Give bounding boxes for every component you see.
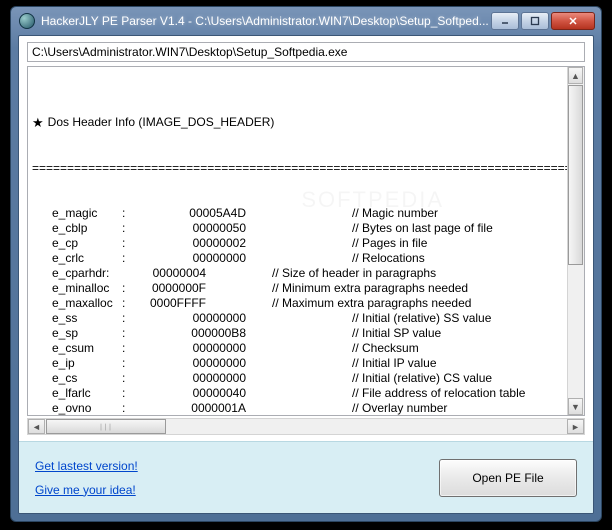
field-colon: : xyxy=(122,281,132,296)
horizontal-scrollbar[interactable]: ◄ ∣∣∣ ► xyxy=(27,418,585,435)
give-idea-link[interactable]: Give me your idea! xyxy=(35,483,439,497)
field-value: 0000001A xyxy=(132,401,252,415)
field-value: 0000FFFF xyxy=(132,296,212,311)
separator-line: ========================================… xyxy=(32,161,580,176)
field-colon: : xyxy=(122,236,132,251)
get-version-link[interactable]: Get lastest version! xyxy=(35,459,439,473)
header-field-row: e_maxalloc:0000FFFF// Maximum extra para… xyxy=(32,296,580,311)
field-comment: // Minimum extra paragraphs needed xyxy=(212,281,580,296)
field-value: 00000000 xyxy=(132,356,252,371)
field-comment: // Size of header in paragraphs xyxy=(212,266,580,281)
field-colon: : xyxy=(122,296,132,311)
field-name: e_lfarlc xyxy=(32,386,122,401)
output-text[interactable]: SOFTPEDIA ★ Dos Header Info (IMAGE_DOS_HE… xyxy=(28,67,584,415)
header-field-row: e_cp:00000002// Pages in file xyxy=(32,236,580,251)
vertical-scrollbar[interactable]: ▲ ▼ xyxy=(567,67,584,415)
minimize-button[interactable] xyxy=(491,12,519,30)
field-value: 00000004 xyxy=(132,266,212,281)
field-colon xyxy=(122,266,132,281)
section-title: Dos Header Info (IMAGE_DOS_HEADER) xyxy=(48,115,275,130)
header-field-row: e_cs:00000000// Initial (relative) CS va… xyxy=(32,371,580,386)
header-field-row: e_cparhdr: 00000004// Size of header in p… xyxy=(32,266,580,281)
field-comment: // Initial SP value xyxy=(252,326,580,341)
window-title: HackerJLY PE Parser V1.4 - C:\Users\Admi… xyxy=(41,14,489,28)
field-value: 00000050 xyxy=(132,221,252,236)
field-colon: : xyxy=(122,401,132,415)
close-button[interactable] xyxy=(551,12,595,30)
field-colon: : xyxy=(122,311,132,326)
field-comment: // Pages in file xyxy=(252,236,580,251)
field-value: 00000002 xyxy=(132,236,252,251)
field-name: e_cs xyxy=(32,371,122,386)
field-value: 00000000 xyxy=(132,371,252,386)
field-name: e_csum xyxy=(32,341,122,356)
field-comment: // Relocations xyxy=(252,251,580,266)
field-value: 00000000 xyxy=(132,341,252,356)
field-value: 00000000 xyxy=(132,311,252,326)
field-comment: // Maximum extra paragraphs needed xyxy=(212,296,580,311)
file-path-input[interactable] xyxy=(27,42,585,62)
field-colon: : xyxy=(122,251,132,266)
header-field-row: e_minalloc:0000000F// Minimum extra para… xyxy=(32,281,580,296)
field-name: e_minalloc xyxy=(32,281,122,296)
field-colon: : xyxy=(122,371,132,386)
field-value: 00005A4D xyxy=(132,206,252,221)
field-value: 000000B8 xyxy=(132,326,252,341)
field-name: e_sp xyxy=(32,326,122,341)
header-field-row: e_ss:00000000// Initial (relative) SS va… xyxy=(32,311,580,326)
scroll-right-arrow-icon[interactable]: ► xyxy=(567,419,584,434)
maximize-button[interactable] xyxy=(521,12,549,30)
header-field-row: e_ovno:0000001A// Overlay number xyxy=(32,401,580,415)
scroll-thumb[interactable] xyxy=(568,85,583,265)
app-window: HackerJLY PE Parser V1.4 - C:\Users\Admi… xyxy=(10,6,602,522)
field-comment: // Magic number xyxy=(252,206,580,221)
field-comment: // File address of relocation table xyxy=(252,386,580,401)
field-name: e_ss xyxy=(32,311,122,326)
field-comment: // Bytes on last page of file xyxy=(252,221,580,236)
header-field-row: e_csum:00000000// Checksum xyxy=(32,341,580,356)
field-value: 00000000 xyxy=(132,251,252,266)
field-comment: // Initial IP value xyxy=(252,356,580,371)
field-colon: : xyxy=(122,206,132,221)
header-field-row: e_crlc:00000000// Relocations xyxy=(32,251,580,266)
field-colon: : xyxy=(122,386,132,401)
field-name: e_cblp xyxy=(32,221,122,236)
scroll-up-arrow-icon[interactable]: ▲ xyxy=(568,67,583,84)
field-name: e_crlc xyxy=(32,251,122,266)
header-field-row: e_lfarlc:00000040// File address of relo… xyxy=(32,386,580,401)
field-name: e_ovno xyxy=(32,401,122,415)
field-name: e_cparhdr: xyxy=(32,266,122,281)
titlebar[interactable]: HackerJLY PE Parser V1.4 - C:\Users\Admi… xyxy=(11,7,601,35)
app-icon xyxy=(19,13,35,29)
field-colon: : xyxy=(122,326,132,341)
footer-panel: Get lastest version! Give me your idea! … xyxy=(19,441,593,513)
client-area: SOFTPEDIA ★ Dos Header Info (IMAGE_DOS_HE… xyxy=(18,35,594,514)
field-value: 0000000F xyxy=(132,281,212,296)
open-pe-file-button[interactable]: Open PE File xyxy=(439,459,577,497)
field-name: e_maxalloc xyxy=(32,296,122,311)
star-icon: ★ xyxy=(32,115,44,130)
field-colon: : xyxy=(122,221,132,236)
field-comment: // Checksum xyxy=(252,341,580,356)
field-value: 00000040 xyxy=(132,386,252,401)
scroll-left-arrow-icon[interactable]: ◄ xyxy=(28,419,45,434)
header-field-row: e_ip:00000000// Initial IP value xyxy=(32,356,580,371)
watermark: SOFTPEDIA xyxy=(301,192,444,207)
scroll-thumb[interactable]: ∣∣∣ xyxy=(46,419,166,434)
field-name: e_magic xyxy=(32,206,122,221)
header-field-row: e_magic:00005A4D// Magic number xyxy=(32,206,580,221)
field-comment: // Initial (relative) SS value xyxy=(252,311,580,326)
output-panel: SOFTPEDIA ★ Dos Header Info (IMAGE_DOS_HE… xyxy=(27,66,585,416)
header-field-row: e_cblp:00000050// Bytes on last page of … xyxy=(32,221,580,236)
field-colon: : xyxy=(122,341,132,356)
header-field-row: e_sp:000000B8// Initial SP value xyxy=(32,326,580,341)
field-comment: // Overlay number xyxy=(252,401,580,415)
field-name: e_ip xyxy=(32,356,122,371)
field-comment: // Initial (relative) CS value xyxy=(252,371,580,386)
field-name: e_cp xyxy=(32,236,122,251)
scroll-down-arrow-icon[interactable]: ▼ xyxy=(568,398,583,415)
field-colon: : xyxy=(122,356,132,371)
